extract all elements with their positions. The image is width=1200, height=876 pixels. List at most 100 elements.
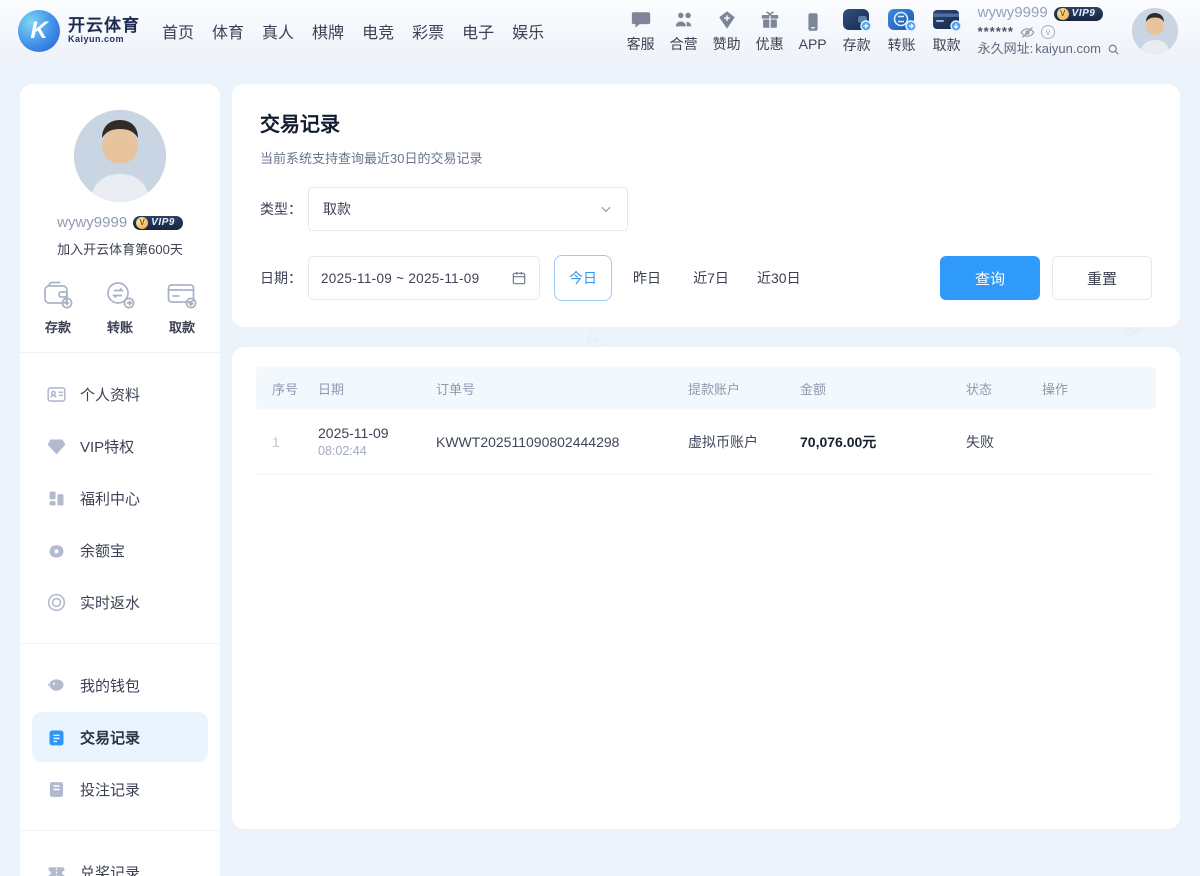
sidebar-avatar[interactable]: [74, 110, 166, 202]
nav-entertainment[interactable]: 娱乐: [512, 19, 544, 43]
service-label: 合营: [670, 34, 698, 54]
brand-domain: Kaiyun.com: [68, 35, 140, 44]
partners-icon: [673, 9, 695, 31]
quick-range-group: 今日 昨日 近7日 近30日: [554, 255, 812, 301]
sidebar-item-vip[interactable]: VIP特权: [32, 421, 208, 471]
service-affiliate[interactable]: 合营: [670, 9, 698, 54]
records-table-card: 序号 日期 订单号 提款账户 金额 状态 操作 1 2025-11-09 08:…: [232, 347, 1180, 829]
col-order-no: 订单号: [436, 379, 688, 398]
magnifier-icon[interactable]: [1107, 43, 1120, 56]
deposit-icon: [842, 7, 872, 32]
date-label: 日期：: [260, 268, 308, 288]
diamond-icon: [716, 9, 738, 31]
nav-sports[interactable]: 体育: [212, 19, 244, 43]
date-range-picker[interactable]: 2025-11-09 ~ 2025-11-09: [308, 256, 540, 300]
vip-shield-icon: V: [1057, 8, 1069, 20]
service-customer[interactable]: 客服: [627, 9, 655, 54]
range-30days-button[interactable]: 近30日: [746, 255, 812, 301]
col-status: 状态: [966, 379, 1042, 398]
wallet-transfer[interactable]: 转账: [887, 7, 917, 55]
sidebar-item-welfare[interactable]: 福利中心: [32, 473, 208, 523]
service-promo[interactable]: 优惠: [756, 9, 784, 54]
sidebar-item-label: 余额宝: [80, 540, 125, 561]
quick-transfer[interactable]: 转账: [104, 280, 136, 336]
quick-deposit[interactable]: 存款: [42, 280, 74, 336]
sidebar-quick-actions: 存款 转账 取款: [20, 280, 220, 336]
welfare-icon: [46, 488, 67, 509]
col-index: 序号: [272, 379, 318, 398]
user-info-block: wywy9999 V VIP9 ****** v 永久网址: kaiyun.co…: [978, 4, 1120, 57]
wallet-deposit[interactable]: 存款: [842, 7, 872, 55]
table-row: 1 2025-11-09 08:02:44 KWWT20251109080244…: [256, 409, 1156, 475]
service-label: APP: [799, 36, 827, 52]
vip-diamond-icon: [46, 436, 67, 457]
query-button[interactable]: 查询: [940, 256, 1040, 300]
type-select[interactable]: 取款: [308, 187, 628, 231]
balance-masked: ******: [978, 24, 1014, 40]
reset-button[interactable]: 重置: [1052, 256, 1152, 300]
page-title: 交易记录: [260, 108, 1152, 137]
col-account: 提款账户: [688, 379, 800, 398]
quick-action-label: 转账: [107, 317, 133, 336]
refresh-balance-icon[interactable]: v: [1041, 25, 1055, 39]
sidebar-item-label: 投注记录: [80, 779, 140, 800]
nav-cards[interactable]: 棋牌: [312, 19, 344, 43]
ticket-icon: [46, 862, 67, 876]
phone-icon: [802, 11, 824, 33]
nav-esports[interactable]: 电竞: [362, 19, 394, 43]
id-card-icon: [46, 384, 67, 405]
site-domain[interactable]: kaiyun.com: [1035, 41, 1101, 57]
divider: [20, 643, 220, 644]
service-sponsor[interactable]: 赞助: [713, 9, 741, 54]
sidebar-item-yuebao[interactable]: 余额宝: [32, 525, 208, 575]
filter-card: 交易记录 当前系统支持查询最近30日的交易记录 类型： 取款 日期： 2025-…: [232, 84, 1180, 327]
bet-record-icon: [46, 779, 67, 800]
service-label: 客服: [627, 34, 655, 54]
gift-icon: [759, 9, 781, 31]
divider: [20, 830, 220, 831]
site-label: 永久网址:: [978, 41, 1034, 57]
username: wywy9999: [978, 4, 1048, 23]
brand-name: 开云体育: [68, 17, 140, 35]
row-account: 虚拟币账户: [688, 432, 800, 452]
date-range-value: 2025-11-09 ~ 2025-11-09: [321, 271, 479, 286]
sidebar-item-prize-records[interactable]: 兑奖记录: [32, 847, 208, 876]
service-app[interactable]: APP: [799, 11, 827, 52]
vip-level: VIP9: [1072, 8, 1096, 21]
eye-off-icon[interactable]: [1020, 25, 1035, 40]
transfer-outline-icon: [104, 280, 136, 310]
range-yesterday-button[interactable]: 昨日: [618, 255, 676, 301]
withdraw-icon: [932, 7, 962, 32]
wallet-withdraw[interactable]: 取款: [932, 7, 962, 55]
row-status: 失败: [966, 432, 1042, 452]
nav-home[interactable]: 首页: [162, 19, 194, 43]
sidebar: wywy9999 V VIP9 加入开云体育第600天 存款 转账: [20, 84, 220, 876]
quick-withdraw[interactable]: 取款: [166, 280, 198, 336]
wallet-outline-icon: [42, 280, 74, 310]
transactions-icon: [46, 727, 67, 748]
avatar[interactable]: [1132, 8, 1178, 54]
service-label: 赞助: [713, 34, 741, 54]
nav-slots[interactable]: 电子: [462, 19, 494, 43]
quick-action-label: 取款: [169, 317, 195, 336]
sidebar-item-rebate[interactable]: 实时返水: [32, 577, 208, 627]
topbar: K 开云体育 Kaiyun.com 首页 体育 真人 棋牌 电竞 彩票 电子 娱…: [0, 0, 1200, 62]
sidebar-item-profile[interactable]: 个人资料: [32, 369, 208, 419]
sidebar-item-my-wallet[interactable]: 我的钱包: [32, 660, 208, 710]
sidebar-item-transactions[interactable]: 交易记录: [32, 712, 208, 762]
nav-lottery[interactable]: 彩票: [412, 19, 444, 43]
sidebar-item-bet-records[interactable]: 投注记录: [32, 764, 208, 814]
range-today-button[interactable]: 今日: [554, 255, 612, 301]
sidebar-vip-badge[interactable]: V VIP9: [133, 216, 183, 230]
main-nav: 首页 体育 真人 棋牌 电竞 彩票 电子 娱乐: [162, 19, 544, 43]
col-action: 操作: [1042, 379, 1098, 398]
joined-days-text: 加入开云体育第600天: [20, 239, 220, 258]
wallet-label: 转账: [888, 35, 916, 55]
brand-logo[interactable]: K 开云体育 Kaiyun.com: [18, 10, 140, 52]
vip-badge[interactable]: V VIP9: [1054, 7, 1104, 22]
sidebar-item-label: 实时返水: [80, 592, 140, 613]
nav-live[interactable]: 真人: [262, 19, 294, 43]
range-7days-button[interactable]: 近7日: [682, 255, 740, 301]
type-select-value: 取款: [323, 199, 351, 219]
chat-icon: [630, 9, 652, 31]
